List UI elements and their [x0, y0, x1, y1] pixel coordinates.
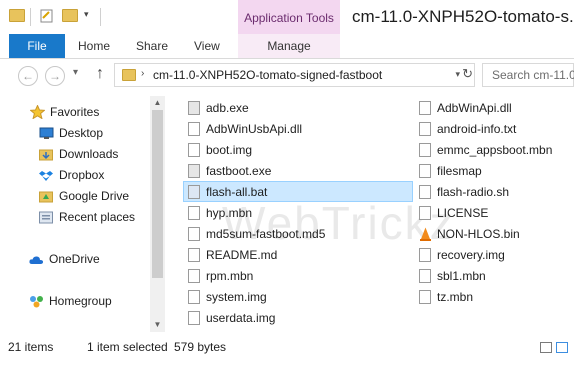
file-icon — [188, 290, 200, 304]
file-item-selected[interactable]: flash-all.bat — [183, 181, 413, 202]
application-tools-label: Application Tools — [244, 11, 334, 25]
file-list: adb.exe AdbWinUsbApi.dll boot.img fastbo… — [168, 93, 574, 336]
tab-manage[interactable]: Manage — [238, 34, 340, 58]
scroll-down-icon[interactable]: ▼ — [150, 318, 165, 332]
customize-toolbar-icon[interactable]: ▾ — [84, 9, 98, 23]
item-count: 21 items — [8, 340, 54, 354]
large-icons-view-icon[interactable] — [556, 342, 568, 353]
selection-count: 1 item selected — [87, 340, 168, 354]
vlc-cone-icon — [419, 227, 432, 247]
selection-size: 579 bytes — [174, 340, 227, 354]
chevron-down-icon[interactable]: ▾ — [455, 69, 460, 80]
up-button[interactable]: ↑ — [96, 65, 104, 83]
downloads-folder-icon — [39, 147, 54, 161]
folder-icon — [122, 69, 136, 81]
google-drive-folder-icon — [39, 189, 54, 203]
exe-file-icon — [188, 101, 200, 115]
ribbon-tabs: File Home Share View Manage — [0, 34, 574, 59]
new-folder-icon[interactable] — [62, 9, 78, 23]
forward-button[interactable]: → — [45, 66, 65, 86]
file-icon — [188, 206, 200, 220]
tab-home[interactable]: Home — [78, 34, 110, 58]
back-button[interactable]: ← — [18, 66, 38, 86]
arrow-left-icon: ← — [22, 69, 34, 83]
homegroup-icon — [29, 294, 44, 308]
file-icon — [419, 185, 431, 199]
file-icon — [188, 311, 200, 325]
window-title: cm-11.0-XNPH52O-tomato-s... — [352, 7, 574, 26]
dll-file-icon — [188, 122, 200, 136]
file-icon — [188, 143, 200, 157]
recent-places-icon — [39, 210, 54, 224]
file-icon — [419, 248, 431, 262]
bat-file-icon — [188, 185, 200, 199]
file-icon — [188, 248, 200, 262]
star-icon — [29, 104, 46, 120]
application-tools-tab: Application Tools — [238, 0, 340, 34]
text-file-icon — [419, 122, 431, 136]
tab-view[interactable]: View — [194, 34, 220, 58]
address-path[interactable]: cm-11.0-XNPH52O-tomato-signed-fastboot — [153, 68, 382, 82]
divider — [100, 8, 101, 26]
arrow-right-icon: → — [49, 69, 61, 83]
details-view-icon[interactable] — [540, 342, 552, 353]
search-placeholder: Search cm-11.0... — [492, 68, 574, 82]
dll-file-icon — [419, 101, 431, 115]
tab-share[interactable]: Share — [136, 34, 168, 58]
navigation-pane: Favorites Desktop Downloads Dropbox Goog… — [0, 93, 166, 336]
scroll-up-icon[interactable]: ▲ — [150, 96, 165, 110]
file-icon — [188, 269, 200, 283]
status-bar: 21 items 1 item selected 579 bytes — [0, 336, 574, 365]
file-icon — [419, 143, 431, 157]
title-bar: ▾ Application Tools cm-11.0-XNPH52O-toma… — [0, 0, 574, 34]
file-icon — [419, 164, 431, 178]
address-bar[interactable]: › cm-11.0-XNPH52O-tomato-signed-fastboot… — [114, 63, 475, 87]
folder-icon — [9, 9, 25, 23]
search-input[interactable]: Search cm-11.0... — [482, 63, 574, 87]
chevron-right-icon[interactable]: › — [141, 68, 144, 79]
divider — [30, 8, 31, 26]
desktop-icon — [39, 126, 54, 139]
file-icon — [188, 227, 200, 241]
nav-pane-scrollbar[interactable]: ▲ ▼ — [150, 96, 165, 332]
file-icon — [419, 290, 431, 304]
scrollbar-thumb[interactable] — [152, 110, 163, 278]
file-icon — [419, 269, 431, 283]
address-row: ← → ▾ ↑ › cm-11.0-XNPH52O-tomato-signed-… — [0, 59, 574, 93]
recent-locations-dropdown[interactable]: ▾ — [73, 67, 78, 78]
file-icon — [419, 206, 431, 220]
cloud-icon — [29, 252, 44, 265]
dropbox-icon — [39, 168, 54, 181]
tab-file[interactable]: File — [9, 34, 65, 58]
refresh-icon[interactable]: ↻ — [462, 66, 473, 82]
properties-icon[interactable] — [40, 9, 54, 23]
exe-file-icon — [188, 164, 200, 178]
